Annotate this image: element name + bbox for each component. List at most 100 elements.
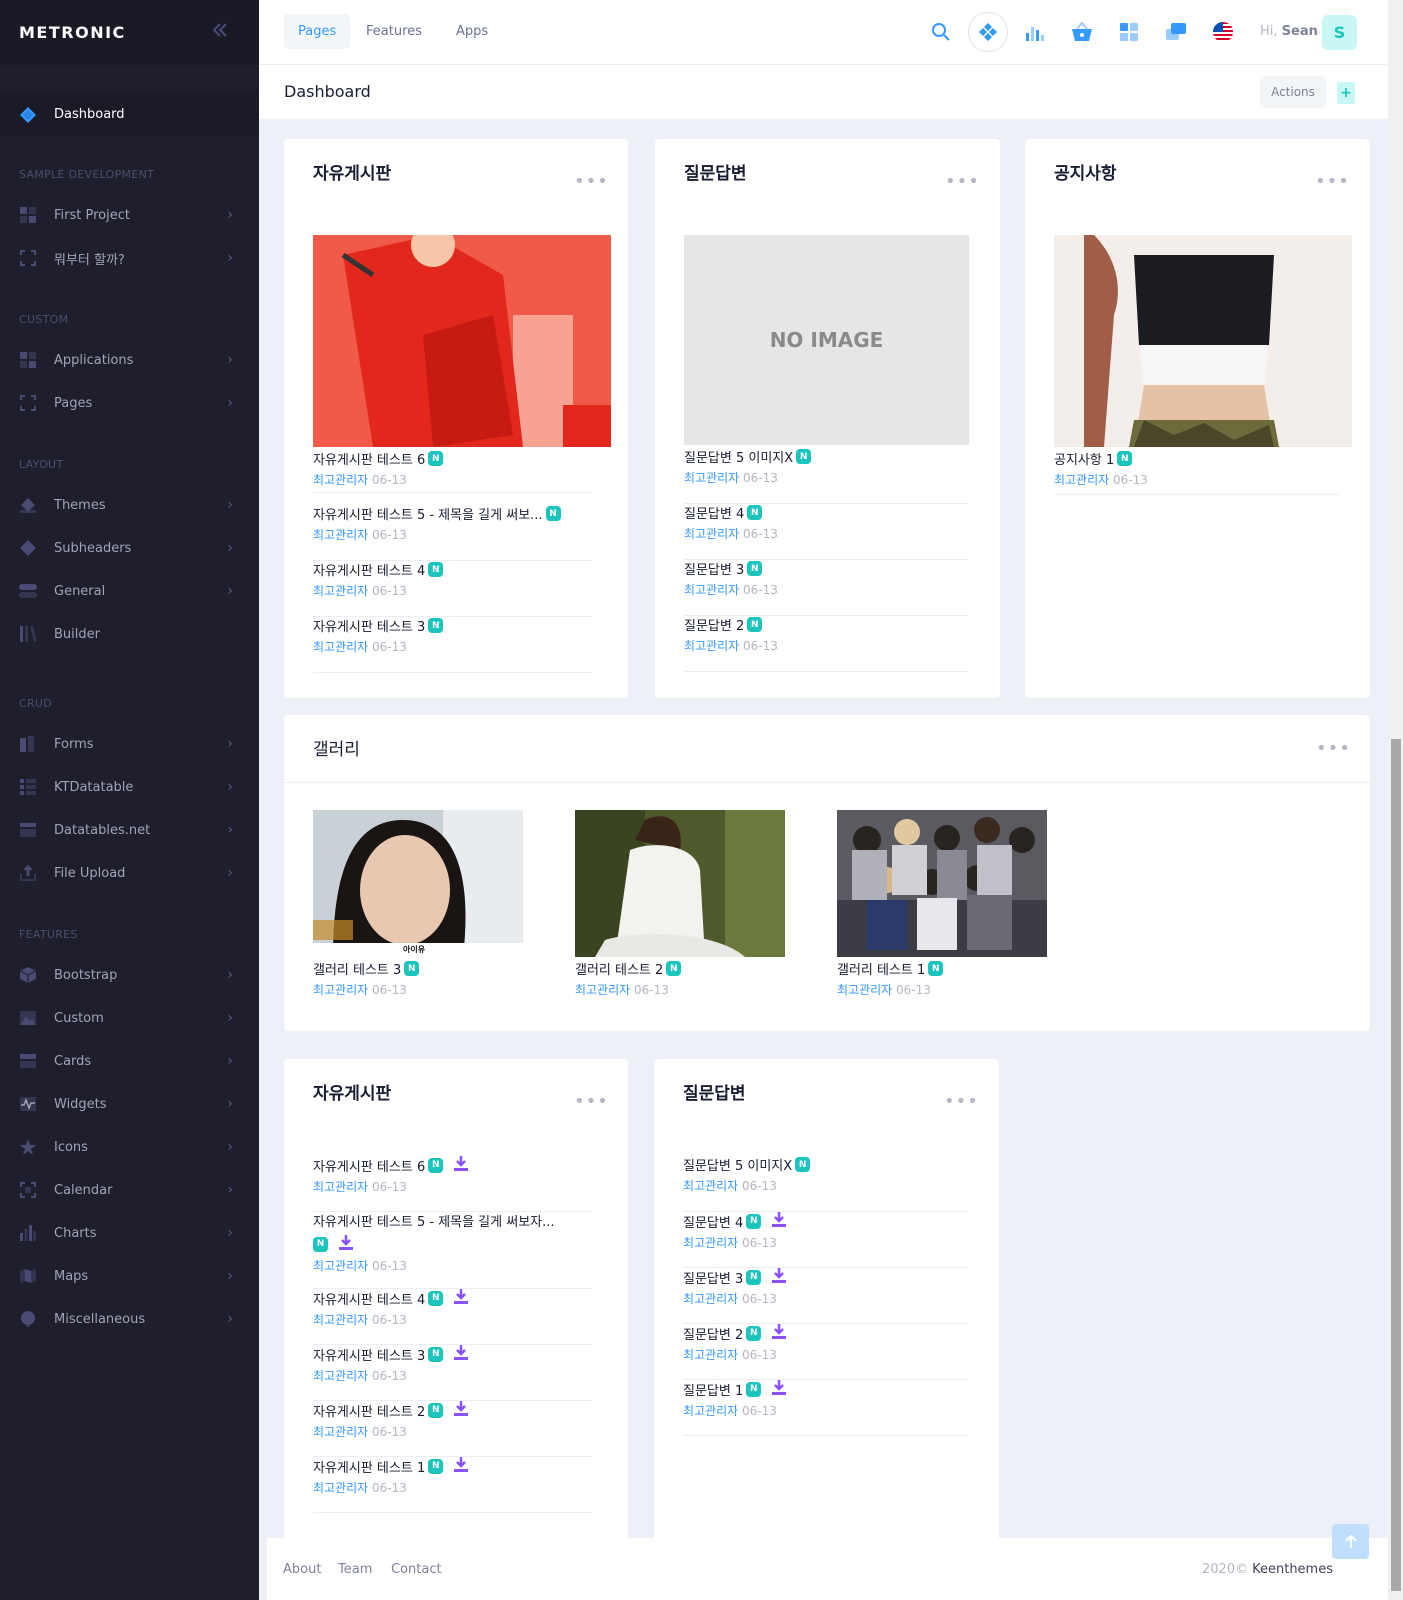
post-title[interactable]: 자유게시판 테스트 4 xyxy=(313,1289,425,1308)
sidebar-item-first-project[interactable]: First Project › xyxy=(0,195,259,235)
download-icon[interactable] xyxy=(338,1234,354,1254)
post-thumbnail[interactable] xyxy=(1054,235,1352,447)
list-item[interactable]: 질문답변 3N 최고관리자 06-13 xyxy=(684,559,969,616)
post-title[interactable]: 자유게시판 테스트 5 - 제목을 길게 써보... xyxy=(313,504,543,523)
us-flag-icon[interactable] xyxy=(1203,12,1243,52)
list-item[interactable]: 자유게시판 테스트 3N 최고관리자 06-13 xyxy=(313,1344,592,1401)
list-item[interactable]: 자유게시판 테스트 6N 최고관리자 06-13 xyxy=(313,1155,592,1212)
post-title[interactable]: 자유게시판 테스트 5 - 제목을 길게 써보자... xyxy=(313,1211,555,1230)
download-icon[interactable] xyxy=(453,1288,469,1308)
sidebar-item-where-start[interactable]: 뭐부터 할까? › xyxy=(0,238,259,278)
download-icon[interactable] xyxy=(453,1456,469,1476)
brand-logo[interactable]: METRONIC xyxy=(19,23,126,42)
tab-apps[interactable]: Apps xyxy=(442,14,502,49)
sidebar-item-bootstrap[interactable]: Bootstrap › xyxy=(0,955,259,995)
footer-link-contact[interactable]: Contact xyxy=(391,1562,442,1577)
list-item[interactable]: 자유게시판 테스트 3N 최고관리자 06-13 xyxy=(313,616,592,673)
footer-link-team[interactable]: Team xyxy=(338,1562,372,1577)
download-icon[interactable] xyxy=(771,1323,787,1343)
more-dots-icon[interactable]: ••• xyxy=(1316,738,1351,759)
sidebar-item-misc[interactable]: Miscellaneous › xyxy=(0,1299,259,1339)
list-item[interactable]: 질문답변 4N 최고관리자 06-13 xyxy=(683,1211,968,1268)
collapse-sidebar-icon[interactable] xyxy=(211,22,229,43)
sidebar-item-pages[interactable]: Pages › xyxy=(0,383,259,423)
download-icon[interactable] xyxy=(453,1344,469,1364)
gallery-thumbnail[interactable]: 아이유 xyxy=(313,810,523,957)
gallery-item-title[interactable]: 갤러리 테스트 3 xyxy=(313,959,401,978)
basket-icon[interactable] xyxy=(1062,12,1102,52)
sidebar-item-icons[interactable]: Icons › xyxy=(0,1127,259,1167)
download-icon[interactable] xyxy=(771,1211,787,1231)
gallery-item[interactable]: 갤러리 테스트 2N 최고관리자 06-13 xyxy=(575,810,807,998)
quick-actions-icon[interactable] xyxy=(968,12,1008,52)
sidebar-item-maps[interactable]: Maps › xyxy=(0,1256,259,1296)
post-title[interactable]: 질문답변 3 xyxy=(683,1268,743,1287)
sidebar-item-calendar[interactable]: Calendar › xyxy=(0,1170,259,1210)
post-title[interactable]: 질문답변 3 xyxy=(684,559,744,578)
sidebar-item-custom[interactable]: Custom › xyxy=(0,998,259,1038)
post-title[interactable]: 자유게시판 테스트 3 xyxy=(313,616,425,635)
list-item[interactable]: 공지사항 1N 최고관리자 06-13 xyxy=(1054,449,1339,495)
post-title[interactable]: 자유게시판 테스트 6 xyxy=(313,1156,425,1175)
list-item[interactable]: 질문답변 2N 최고관리자 06-13 xyxy=(683,1323,968,1380)
footer-link-about[interactable]: About xyxy=(283,1562,321,1577)
no-image-placeholder[interactable]: NO IMAGE xyxy=(684,235,969,445)
list-item[interactable]: 자유게시판 테스트 4N 최고관리자 06-13 xyxy=(313,1288,592,1345)
avatar[interactable]: S xyxy=(1322,15,1357,50)
post-title[interactable]: 질문답변 5 이미지X xyxy=(684,447,793,466)
post-title[interactable]: 공지사항 1 xyxy=(1054,449,1114,468)
post-title[interactable]: 자유게시판 테스트 4 xyxy=(313,560,425,579)
gallery-item-title[interactable]: 갤러리 테스트 2 xyxy=(575,959,663,978)
list-item[interactable]: 자유게시판 테스트 6N 최고관리자 06-13 xyxy=(313,449,592,493)
post-title[interactable]: 자유게시판 테스트 1 xyxy=(313,1457,425,1476)
sidebar-item-ktdatatable[interactable]: KTDatatable › xyxy=(0,767,259,807)
more-dots-icon[interactable]: ••• xyxy=(945,171,980,192)
list-item[interactable]: 자유게시판 테스트 4N 최고관리자 06-13 xyxy=(313,560,592,617)
list-item[interactable]: 자유게시판 테스트 2N 최고관리자 06-13 xyxy=(313,1400,592,1457)
sidebar-item-general[interactable]: General › xyxy=(0,571,259,611)
sidebar-item-charts[interactable]: Charts › xyxy=(0,1213,259,1253)
sidebar-item-widgets[interactable]: Widgets › xyxy=(0,1084,259,1124)
list-item[interactable]: 질문답변 3N 최고관리자 06-13 xyxy=(683,1267,968,1324)
gallery-item-title[interactable]: 갤러리 테스트 1 xyxy=(837,959,925,978)
post-thumbnail[interactable] xyxy=(313,235,611,447)
list-item[interactable]: 자유게시판 테스트 5 - 제목을 길게 써보자... N 최고관리자 06-1… xyxy=(313,1211,592,1289)
gallery-item[interactable]: 갤러리 테스트 1N 최고관리자 06-13 xyxy=(837,810,1069,998)
apps-grid-icon[interactable] xyxy=(1109,12,1149,52)
search-icon[interactable] xyxy=(921,12,961,52)
post-title[interactable]: 질문답변 4 xyxy=(684,503,744,522)
sidebar-item-cards[interactable]: Cards › xyxy=(0,1041,259,1081)
scrollbar-thumb[interactable] xyxy=(1391,739,1401,1591)
download-icon[interactable] xyxy=(771,1267,787,1287)
list-item[interactable]: 자유게시판 테스트 5 - 제목을 길게 써보... N 최고관리자 06-13 xyxy=(313,504,592,561)
add-file-icon[interactable]: + xyxy=(1337,82,1355,104)
sidebar-item-file-upload[interactable]: File Upload › xyxy=(0,853,259,893)
chat-icon[interactable] xyxy=(1156,12,1196,52)
sidebar-item-subheaders[interactable]: Subheaders › xyxy=(0,528,259,568)
post-title[interactable]: 자유게시판 테스트 6 xyxy=(313,449,425,468)
post-title[interactable]: 자유게시판 테스트 2 xyxy=(313,1401,425,1420)
sidebar-item-forms[interactable]: Forms › xyxy=(0,724,259,764)
tab-pages[interactable]: Pages xyxy=(284,14,351,49)
gallery-item[interactable]: 아이유 갤러리 테스트 3N 최고관리자 06-13 xyxy=(313,810,545,998)
gallery-thumbnail[interactable] xyxy=(837,810,1047,957)
company-link[interactable]: Keenthemes xyxy=(1252,1562,1333,1577)
list-item[interactable]: 질문답변 1N 최고관리자 06-13 xyxy=(683,1379,968,1436)
sidebar-item-themes[interactable]: Themes › xyxy=(0,485,259,525)
more-dots-icon[interactable]: ••• xyxy=(574,1091,609,1112)
post-title[interactable]: 질문답변 5 이미지X xyxy=(683,1155,792,1174)
tab-features[interactable]: Features xyxy=(352,14,436,49)
more-dots-icon[interactable]: ••• xyxy=(1315,171,1350,192)
download-icon[interactable] xyxy=(771,1379,787,1399)
post-title[interactable]: 자유게시판 테스트 3 xyxy=(313,1345,425,1364)
sidebar-item-datatables[interactable]: Datatables.net › xyxy=(0,810,259,850)
list-item[interactable]: 질문답변 5 이미지X N 최고관리자 06-13 xyxy=(683,1155,968,1212)
post-title[interactable]: 질문답변 2 xyxy=(683,1324,743,1343)
actions-button[interactable]: Actions xyxy=(1260,76,1326,108)
sidebar-item-builder[interactable]: Builder xyxy=(0,614,259,654)
download-icon[interactable] xyxy=(453,1155,469,1175)
list-item[interactable]: 자유게시판 테스트 1N 최고관리자 06-13 xyxy=(313,1456,592,1513)
download-icon[interactable] xyxy=(453,1400,469,1420)
gallery-thumbnail[interactable] xyxy=(575,810,785,957)
list-item[interactable]: 질문답변 2N 최고관리자 06-13 xyxy=(684,615,969,672)
